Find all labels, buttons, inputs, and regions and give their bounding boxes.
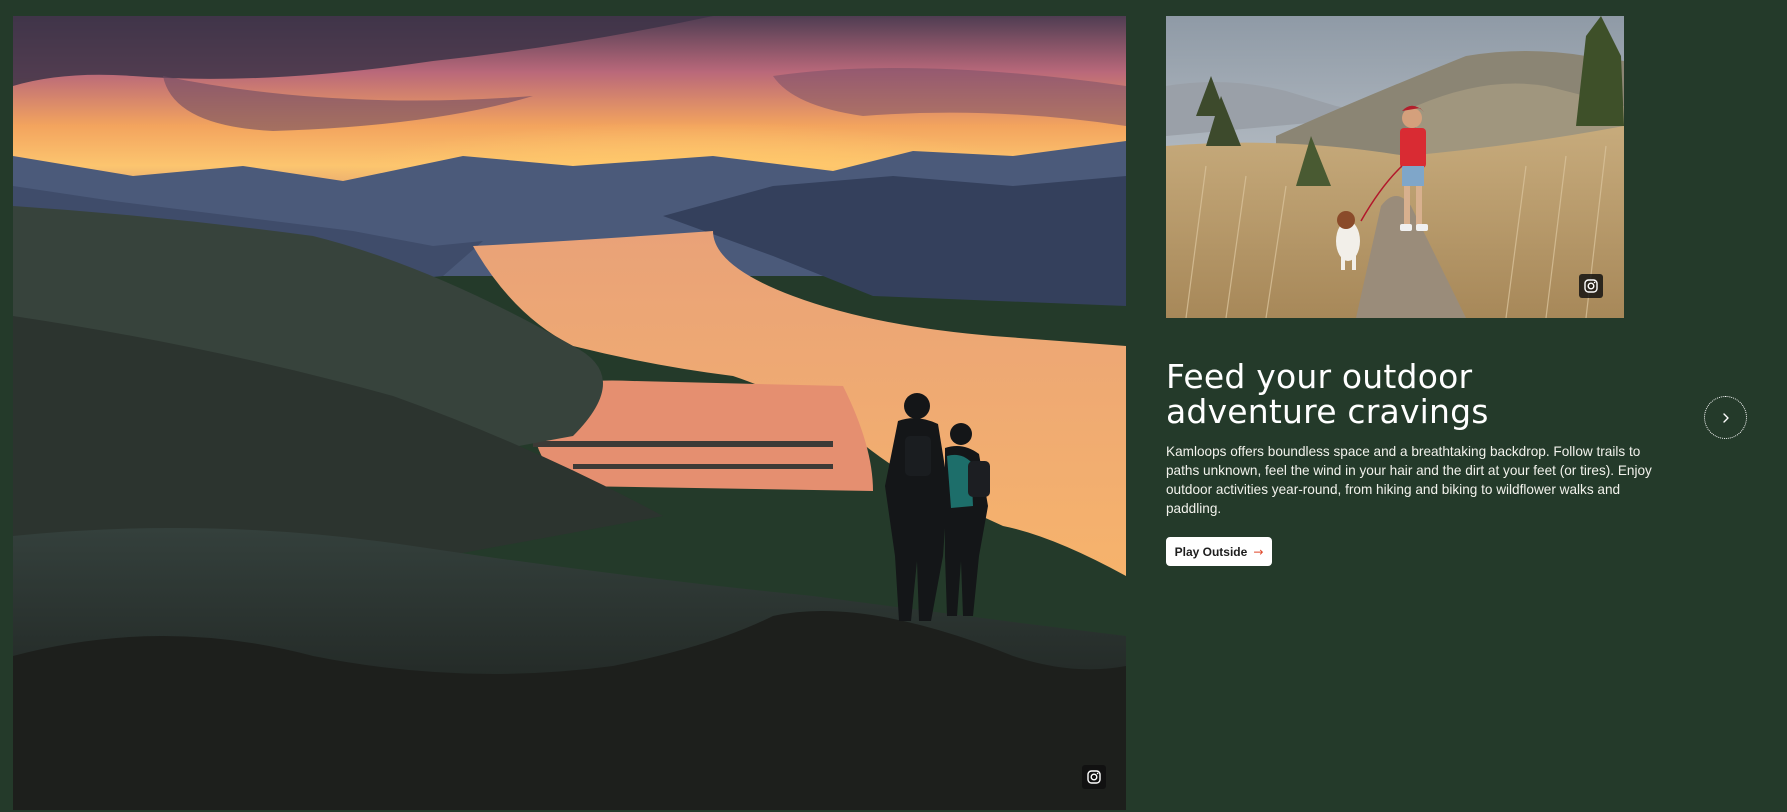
boy-walking-dog-photo	[1166, 16, 1624, 318]
page: Feed your outdoor adventure cravings Kam…	[0, 0, 1787, 812]
play-outside-label: Play Outside	[1174, 544, 1248, 559]
section-heading-line-1: Feed your outdoor	[1166, 357, 1473, 396]
section-description: Kamloops offers boundless space and a br…	[1166, 444, 1652, 516]
arrow-right-icon: →	[1253, 544, 1264, 559]
instagram-icon[interactable]	[1579, 274, 1603, 298]
instagram-icon[interactable]	[1082, 765, 1106, 789]
section-heading: Feed your outdoor adventure cravings	[1166, 359, 1586, 429]
carousel-next-button[interactable]	[1704, 396, 1747, 439]
chevron-right-icon	[1722, 412, 1729, 423]
section-heading-line-2: adventure cravings	[1166, 392, 1489, 431]
play-outside-button[interactable]: Play Outside →	[1166, 537, 1272, 566]
sunset-valley-photo	[13, 16, 1126, 810]
